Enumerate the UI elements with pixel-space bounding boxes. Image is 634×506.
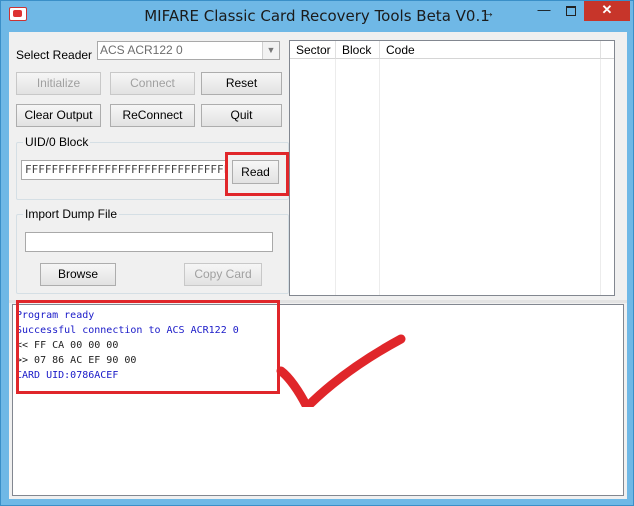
quit-button[interactable]: Quit [201,104,282,127]
column-divider [600,59,601,295]
column-header-filler [601,41,614,59]
maximize-icon [566,6,576,16]
reset-button[interactable]: Reset [201,72,282,95]
copy-card-button[interactable]: Copy Card [184,263,262,286]
import-dump-group-title: Import Dump File [23,207,120,221]
column-header-sector[interactable]: Sector [290,41,336,59]
initialize-button[interactable]: Initialize [16,72,101,95]
minimize-icon: — [537,2,551,17]
app-window: MIFARE Classic Card Recovery Tools Beta … [0,0,634,506]
column-header-block[interactable]: Block [336,41,380,59]
clear-output-button[interactable]: Clear Output [16,104,101,127]
sector-table[interactable]: Sector Block Code [289,40,615,296]
column-header-code[interactable]: Code [380,41,601,59]
reader-select[interactable]: ACS ACR122 0 ▼ [97,41,280,60]
column-divider [379,59,380,295]
column-divider [335,59,336,295]
close-button[interactable]: ✕ [584,1,630,21]
highlight-read-button [225,152,289,196]
reconnect-button[interactable]: ReConnect [110,104,195,127]
check-mark-icon [276,334,406,407]
browse-button[interactable]: Browse [40,263,116,286]
select-reader-label: Select Reader [16,48,93,62]
chevron-down-icon[interactable]: ▼ [262,42,279,59]
highlight-output-log [16,300,280,394]
uid-group-title: UID/0 Block [23,135,91,149]
resize-cursor-icon: ↔ [481,4,495,20]
title-bar[interactable]: MIFARE Classic Card Recovery Tools Beta … [1,1,633,31]
minimize-button[interactable]: — [530,1,558,21]
maximize-button[interactable] [558,1,584,21]
reader-select-value: ACS ACR122 0 [100,43,183,57]
close-icon: ✕ [601,2,613,17]
client-area: Select Reader ACS ACR122 0 ▼ Initialize … [9,32,627,499]
dump-file-path-input[interactable] [25,232,273,252]
uid-input[interactable]: FFFFFFFFFFFFFFFFFFFFFFFFFFFFFFFF [21,160,227,180]
connect-button[interactable]: Connect [110,72,195,95]
